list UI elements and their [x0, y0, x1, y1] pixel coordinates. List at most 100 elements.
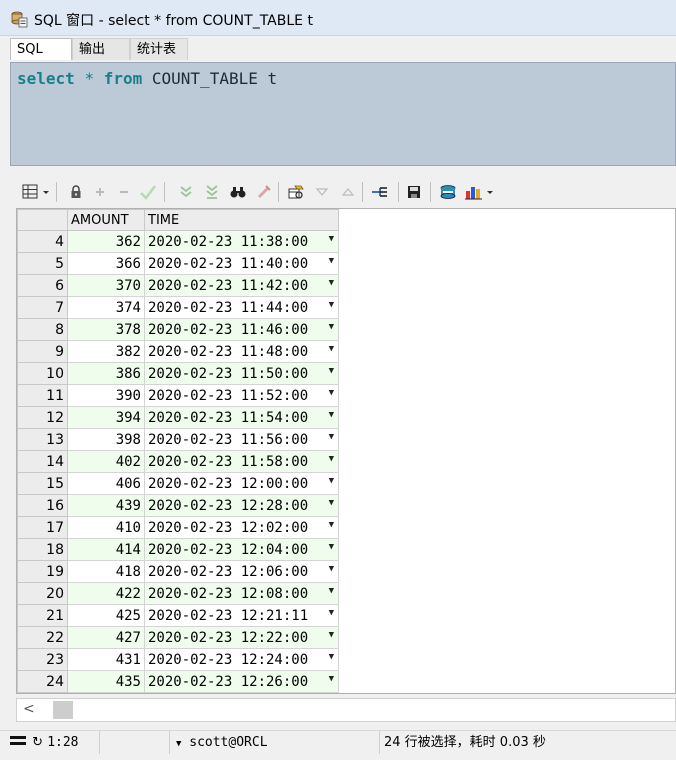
cell-time[interactable]: 2020-02-23 12:24:00 ▼ — [144, 648, 339, 671]
cell-time[interactable]: 2020-02-23 12:28:00 ▼ — [144, 494, 339, 517]
link-icon[interactable] — [370, 182, 390, 202]
cell-amount[interactable]: 402 — [67, 450, 145, 473]
cell-time[interactable]: 2020-02-23 12:00:00 ▼ — [144, 472, 339, 495]
cell-time[interactable]: 2020-02-23 12:02:00 ▼ — [144, 516, 339, 539]
cell-amount[interactable]: 418 — [67, 560, 145, 583]
row-number[interactable]: 5 — [17, 252, 68, 275]
cell-dropdown-icon[interactable]: ▼ — [329, 630, 334, 640]
query-by-example-icon[interactable] — [286, 182, 306, 202]
cell-time[interactable]: 2020-02-23 11:54:00 ▼ — [144, 406, 339, 429]
table-row[interactable]: 7 374 2020-02-23 11:44:00 ▼ — [17, 296, 339, 319]
cell-dropdown-icon[interactable]: ▼ — [329, 520, 334, 530]
cell-amount[interactable]: 362 — [67, 230, 145, 253]
row-number[interactable]: 20 — [17, 582, 68, 605]
cell-dropdown-icon[interactable]: ▼ — [329, 300, 334, 310]
row-number[interactable]: 9 — [17, 340, 68, 363]
cell-amount[interactable]: 374 — [67, 296, 145, 319]
row-number[interactable]: 23 — [17, 648, 68, 671]
sql-editor[interactable]: select * from COUNT_TABLE t — [10, 62, 676, 166]
horizontal-scrollbar[interactable]: < — [16, 698, 676, 722]
cell-time[interactable]: 2020-02-23 12:08:00 ▼ — [144, 582, 339, 605]
table-row[interactable]: 22 427 2020-02-23 12:22:00 ▼ — [17, 626, 339, 649]
cell-time[interactable]: 2020-02-23 11:46:00 ▼ — [144, 318, 339, 341]
table-row[interactable]: 8 378 2020-02-23 11:46:00 ▼ — [17, 318, 339, 341]
grid-layout-icon[interactable] — [22, 182, 52, 202]
row-number[interactable]: 19 — [17, 560, 68, 583]
cell-amount[interactable]: 370 — [67, 274, 145, 297]
cell-dropdown-icon[interactable]: ▼ — [329, 432, 334, 442]
column-header-time[interactable]: TIME — [144, 209, 339, 231]
cell-time[interactable]: 2020-02-23 12:21:11 ▼ — [144, 604, 339, 627]
cell-amount[interactable]: 422 — [67, 582, 145, 605]
cell-dropdown-icon[interactable]: ▼ — [329, 388, 334, 398]
table-row[interactable]: 16 439 2020-02-23 12:28:00 ▼ — [17, 494, 339, 517]
table-row[interactable]: 15 406 2020-02-23 12:00:00 ▼ — [17, 472, 339, 495]
table-row[interactable]: 14 402 2020-02-23 11:58:00 ▼ — [17, 450, 339, 473]
scrollbar-thumb[interactable] — [53, 701, 73, 719]
cell-dropdown-icon[interactable]: ▼ — [329, 652, 334, 662]
sort-ascending-icon[interactable] — [338, 182, 358, 202]
table-row[interactable]: 6 370 2020-02-23 11:42:00 ▼ — [17, 274, 339, 297]
cell-dropdown-icon[interactable]: ▼ — [329, 542, 334, 552]
cell-amount[interactable]: 386 — [67, 362, 145, 385]
cell-time[interactable]: 2020-02-23 12:26:00 ▼ — [144, 670, 339, 693]
column-header-amount[interactable]: AMOUNT — [67, 209, 145, 231]
table-row[interactable]: 12 394 2020-02-23 11:54:00 ▼ — [17, 406, 339, 429]
cell-amount[interactable]: 398 — [67, 428, 145, 451]
table-row[interactable]: 24 435 2020-02-23 12:26:00 ▼ — [17, 670, 339, 693]
table-row[interactable]: 4 362 2020-02-23 11:38:00 ▼ — [17, 230, 339, 253]
scroll-left-icon[interactable]: < — [23, 701, 35, 717]
table-row[interactable]: 5 366 2020-02-23 11:40:00 ▼ — [17, 252, 339, 275]
cell-dropdown-icon[interactable]: ▼ — [329, 564, 334, 574]
table-row[interactable]: 23 431 2020-02-23 12:24:00 ▼ — [17, 648, 339, 671]
row-number[interactable]: 15 — [17, 472, 68, 495]
table-row[interactable]: 20 422 2020-02-23 12:08:00 ▼ — [17, 582, 339, 605]
row-number[interactable]: 6 — [17, 274, 68, 297]
row-number[interactable]: 21 — [17, 604, 68, 627]
post-changes-icon[interactable] — [138, 182, 158, 202]
cell-amount[interactable]: 435 — [67, 670, 145, 693]
sort-descending-icon[interactable] — [312, 182, 332, 202]
cell-time[interactable]: 2020-02-23 11:38:00 ▼ — [144, 230, 339, 253]
cell-time[interactable]: 2020-02-23 12:04:00 ▼ — [144, 538, 339, 561]
cell-time[interactable]: 2020-02-23 11:42:00 ▼ — [144, 274, 339, 297]
cell-amount[interactable]: 427 — [67, 626, 145, 649]
clear-icon[interactable] — [254, 182, 274, 202]
cell-amount[interactable]: 390 — [67, 384, 145, 407]
table-row[interactable]: 18 414 2020-02-23 12:04:00 ▼ — [17, 538, 339, 561]
row-number[interactable]: 22 — [17, 626, 68, 649]
cell-amount[interactable]: 378 — [67, 318, 145, 341]
cell-time[interactable]: 2020-02-23 11:52:00 ▼ — [144, 384, 339, 407]
row-number[interactable]: 10 — [17, 362, 68, 385]
cell-time[interactable]: 2020-02-23 11:40:00 ▼ — [144, 252, 339, 275]
row-number[interactable]: 7 — [17, 296, 68, 319]
cell-dropdown-icon[interactable]: ▼ — [329, 476, 334, 486]
cell-dropdown-icon[interactable]: ▼ — [329, 366, 334, 376]
status-connection[interactable]: ▼ scott@ORCL — [170, 731, 380, 754]
table-row[interactable]: 13 398 2020-02-23 11:56:00 ▼ — [17, 428, 339, 451]
next-page-icon[interactable] — [176, 182, 196, 202]
cell-amount[interactable]: 439 — [67, 494, 145, 517]
find-icon[interactable] — [228, 182, 248, 202]
lock-icon[interactable] — [66, 182, 86, 202]
table-row[interactable]: 19 418 2020-02-23 12:06:00 ▼ — [17, 560, 339, 583]
cell-dropdown-icon[interactable]: ▼ — [329, 234, 334, 244]
cell-dropdown-icon[interactable]: ▼ — [329, 322, 334, 332]
cell-amount[interactable]: 410 — [67, 516, 145, 539]
row-number[interactable]: 12 — [17, 406, 68, 429]
cell-amount[interactable]: 394 — [67, 406, 145, 429]
row-number[interactable]: 17 — [17, 516, 68, 539]
export-icon[interactable] — [438, 182, 458, 202]
row-number[interactable]: 24 — [17, 670, 68, 693]
cell-time[interactable]: 2020-02-23 11:44:00 ▼ — [144, 296, 339, 319]
cell-amount[interactable]: 382 — [67, 340, 145, 363]
row-number[interactable]: 18 — [17, 538, 68, 561]
table-row[interactable]: 11 390 2020-02-23 11:52:00 ▼ — [17, 384, 339, 407]
last-page-icon[interactable] — [202, 182, 222, 202]
cell-dropdown-icon[interactable]: ▼ — [329, 278, 334, 288]
save-icon[interactable] — [404, 182, 424, 202]
result-grid[interactable]: AMOUNT TIME 4 362 2020-02-23 11:38:00 ▼ 5 366… — [16, 208, 676, 694]
table-row[interactable]: 17 410 2020-02-23 12:02:00 ▼ — [17, 516, 339, 539]
table-row[interactable]: 9 382 2020-02-23 11:48:00 ▼ — [17, 340, 339, 363]
cell-dropdown-icon[interactable]: ▼ — [329, 344, 334, 354]
